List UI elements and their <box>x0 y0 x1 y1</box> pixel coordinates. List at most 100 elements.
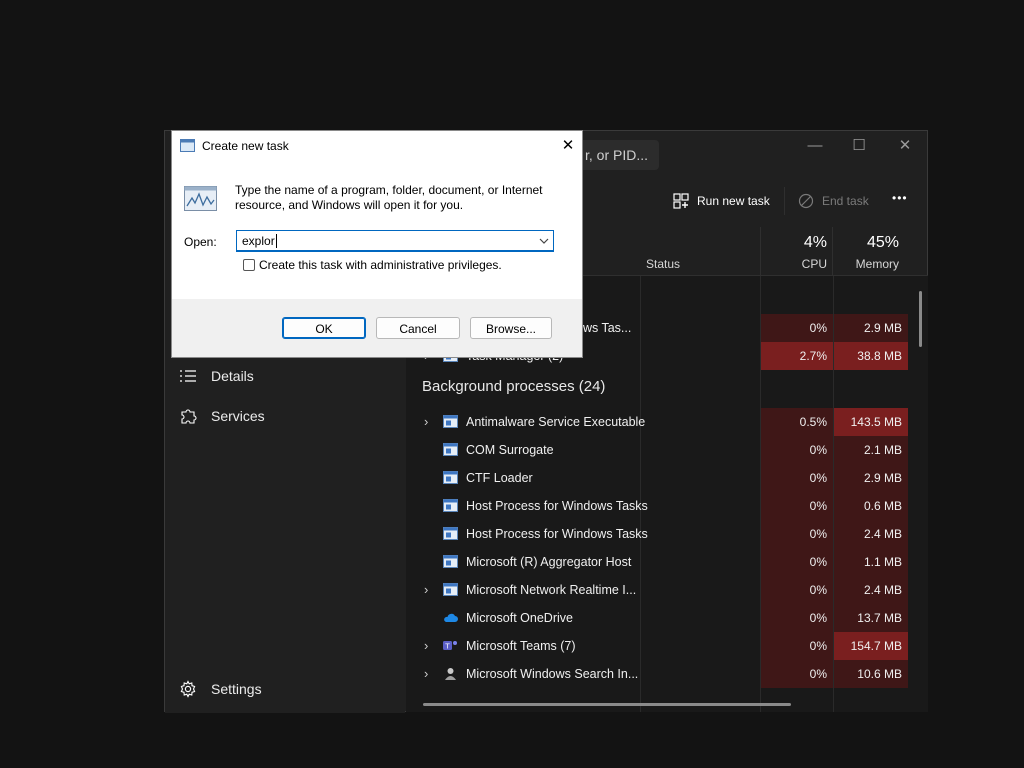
process-cpu: 0.5% <box>761 408 833 436</box>
dialog-title: Create new task <box>202 139 289 153</box>
chevron-right-icon[interactable]: › <box>424 660 428 688</box>
browse-button[interactable]: Browse... <box>470 317 552 339</box>
end-task-icon <box>798 193 814 209</box>
table-row[interactable]: › Microsoft Windows Search In... 0% 10.6 MB <box>406 660 928 688</box>
run-new-task-button[interactable]: Run new task <box>673 191 770 211</box>
horizontal-scrollbar[interactable] <box>423 703 791 706</box>
process-cpu: 0% <box>761 464 833 492</box>
list-icon <box>180 370 196 382</box>
table-row[interactable]: › Microsoft Network Realtime I... 0% 2.4 MB <box>406 576 928 604</box>
process-name: Microsoft Network Realtime I... <box>466 583 637 597</box>
process-name: CTF Loader <box>466 471 533 485</box>
more-options-button[interactable]: ••• <box>892 191 908 205</box>
puzzle-icon <box>181 409 197 424</box>
process-cpu: 0% <box>761 436 833 464</box>
table-row[interactable]: CTF Loader 0% 2.9 MB <box>406 464 928 492</box>
sidebar-item-services[interactable]: Services <box>179 401 265 431</box>
ok-button[interactable]: OK <box>282 317 366 339</box>
create-new-task-dialog: Create new task ✕ Type the name of a pro… <box>171 130 583 358</box>
process-name: Antimalware Service Executable <box>466 415 646 429</box>
column-divider <box>760 227 761 275</box>
cpu-total: 4% <box>803 234 827 251</box>
process-memory: 154.7 MB <box>834 632 908 660</box>
process-name: Microsoft (R) Aggregator Host <box>466 555 632 569</box>
process-cpu: 0% <box>761 632 833 660</box>
process-memory: 10.6 MB <box>834 660 908 688</box>
text-cursor <box>276 234 277 248</box>
background-processes-header: Background processes (24) <box>422 378 606 395</box>
process-memory: 2.9 MB <box>834 464 908 492</box>
open-combobox[interactable]: explor <box>236 230 554 252</box>
process-cpu: 0% <box>761 548 833 576</box>
process-memory: 13.7 MB <box>834 604 908 632</box>
close-button[interactable]: ✕ <box>882 131 928 161</box>
open-input[interactable]: explor <box>242 234 275 248</box>
app-window-icon <box>443 471 458 484</box>
sidebar-item-label: Settings <box>211 681 262 697</box>
app-window-icon <box>443 555 458 568</box>
sidebar-item-label: Services <box>211 408 265 424</box>
process-cpu: 0% <box>761 604 833 632</box>
chevron-down-icon[interactable] <box>539 237 549 245</box>
dialog-description: Type the name of a program, folder, docu… <box>235 183 543 212</box>
admin-privileges-checkbox[interactable] <box>243 259 255 271</box>
end-task-label: End task <box>822 194 869 208</box>
chevron-right-icon[interactable]: › <box>424 632 428 660</box>
app-window-icon <box>443 583 458 596</box>
process-memory: 2.4 MB <box>834 576 908 604</box>
chevron-right-icon[interactable]: › <box>424 408 428 436</box>
teams-icon: T <box>443 641 457 650</box>
process-name: Host Process for Windows Tasks <box>466 499 648 513</box>
cancel-button[interactable]: Cancel <box>376 317 460 339</box>
table-row[interactable]: Host Process for Windows Tasks 0% 0.6 MB <box>406 492 928 520</box>
end-task-button[interactable]: End task <box>798 191 869 211</box>
sidebar-item-details[interactable]: Details <box>179 361 254 391</box>
process-memory: 2.9 MB <box>834 314 908 342</box>
run-new-task-label: Run new task <box>697 194 770 208</box>
dialog-close-button[interactable]: ✕ <box>554 136 582 154</box>
table-row[interactable]: COM Surrogate 0% 2.1 MB <box>406 436 928 464</box>
app-window-icon <box>443 527 458 540</box>
table-row[interactable]: › Antimalware Service Executable 0.5% 143.5… <box>406 408 928 436</box>
process-cpu: 0% <box>761 520 833 548</box>
chevron-right-icon[interactable]: › <box>424 576 428 604</box>
process-memory: 2.1 MB <box>834 436 908 464</box>
process-cpu: 0% <box>761 314 833 342</box>
maximize-button[interactable]: ☐ <box>836 131 882 161</box>
run-program-icon <box>184 186 217 211</box>
admin-privileges-label: Create this task with administrative pri… <box>259 258 502 272</box>
process-name: Microsoft Teams (7) <box>466 639 576 653</box>
table-row[interactable]: Microsoft OneDrive 0% 13.7 MB <box>406 604 928 632</box>
sidebar-item-label: Details <box>211 368 254 384</box>
run-app-icon <box>180 139 195 152</box>
process-cpu: 0% <box>761 492 833 520</box>
sidebar-item-settings[interactable]: Settings <box>179 674 262 704</box>
run-new-task-icon <box>673 193 689 209</box>
process-name: Host Process for Windows Tasks <box>466 527 648 541</box>
column-memory[interactable]: Memory <box>837 257 899 271</box>
dialog-body: Type the name of a program, folder, docu… <box>172 162 582 299</box>
process-name: ows Tas... <box>576 321 632 335</box>
table-row[interactable]: Microsoft (R) Aggregator Host 0% 1.1 MB <box>406 548 928 576</box>
column-cpu[interactable]: CPU <box>765 257 827 271</box>
process-name: COM Surrogate <box>466 443 554 457</box>
memory-total: 45% <box>866 234 899 251</box>
process-cpu: 0% <box>761 576 833 604</box>
table-row[interactable]: › T Microsoft Teams (7) 0% 154.7 MB <box>406 632 928 660</box>
process-cpu: 2.7% <box>761 342 833 370</box>
search-input[interactable]: r, or PID... <box>577 140 659 170</box>
process-memory: 143.5 MB <box>834 408 908 436</box>
open-label: Open: <box>184 235 217 249</box>
cloud-icon <box>444 613 458 622</box>
vertical-scrollbar[interactable] <box>919 291 922 347</box>
process-name: Microsoft OneDrive <box>466 611 573 625</box>
table-row[interactable]: Host Process for Windows Tasks 0% 2.4 MB <box>406 520 928 548</box>
process-memory: 38.8 MB <box>834 342 908 370</box>
process-memory: 0.6 MB <box>834 492 908 520</box>
app-window-icon <box>443 443 458 456</box>
process-cpu: 0% <box>761 660 833 688</box>
column-status[interactable]: Status <box>646 257 680 271</box>
minimize-button[interactable]: — <box>792 131 838 161</box>
svg-text:T: T <box>444 642 450 650</box>
gear-icon <box>180 680 196 698</box>
